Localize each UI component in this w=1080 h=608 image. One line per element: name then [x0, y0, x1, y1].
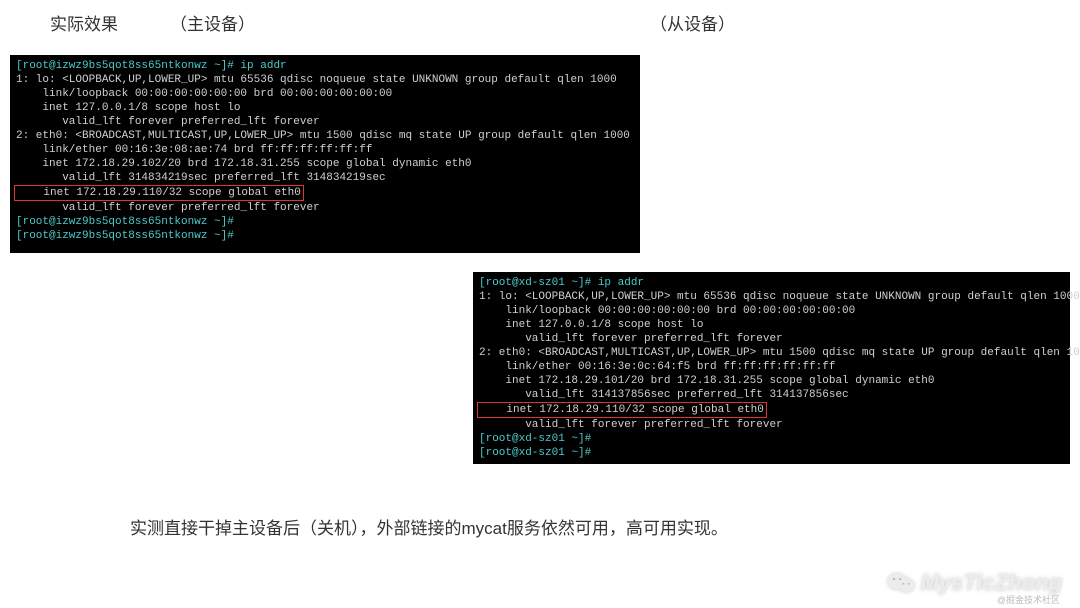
term-line: valid_lft 314834219sec preferred_lft 314…	[16, 172, 386, 184]
term-line: valid_lft forever preferred_lft forever	[479, 419, 783, 431]
term-line: link/loopback 00:00:00:00:00:00 brd 00:0…	[479, 305, 855, 317]
header-labels: 实际效果 （主设备） （从设备）	[0, 0, 1080, 49]
term-line: inet 172.18.29.101/20 brd 172.18.31.255 …	[479, 375, 934, 387]
prompt-line: [root@izwz9bs5qot8ss65ntkonwz ~]# ip add…	[16, 60, 287, 72]
term-line: inet 127.0.0.1/8 scope host lo	[479, 319, 703, 331]
prompt-line: [root@xd-sz01 ~]#	[479, 447, 591, 459]
term-line: valid_lft forever preferred_lft forever	[479, 333, 783, 345]
effect-label: 实际效果	[50, 10, 170, 35]
highlighted-vip-line: inet 172.18.29.110/32 scope global eth0	[477, 402, 767, 418]
term-line: inet 127.0.0.1/8 scope host lo	[16, 102, 240, 114]
highlighted-vip-line: inet 172.18.29.110/32 scope global eth0	[14, 185, 304, 201]
term-line: link/ether 00:16:3e:0c:64:f5 brd ff:ff:f…	[479, 361, 835, 373]
wechat-icon	[887, 571, 915, 595]
prompt-line: [root@xd-sz01 ~]#	[479, 433, 591, 445]
terminal-main-device: [root@izwz9bs5qot8ss65ntkonwz ~]# ip add…	[10, 55, 640, 253]
term-line: valid_lft 314137856sec preferred_lft 314…	[479, 389, 849, 401]
prompt-line: [root@xd-sz01 ~]# ip addr	[479, 277, 644, 289]
main-device-label: （主设备）	[170, 10, 650, 35]
prompt-line: [root@izwz9bs5qot8ss65ntkonwz ~]#	[16, 230, 234, 242]
term-line: link/ether 00:16:3e:08:ae:74 brd ff:ff:f…	[16, 144, 372, 156]
footer-source: @掘金技术社区	[997, 593, 1060, 606]
prompt-line: [root@izwz9bs5qot8ss65ntkonwz ~]#	[16, 216, 234, 228]
terminal-slave-device: [root@xd-sz01 ~]# ip addr 1: lo: <LOOPBA…	[473, 272, 1070, 464]
term-line: 1: lo: <LOOPBACK,UP,LOWER_UP> mtu 65536 …	[16, 74, 617, 86]
term-line: 1: lo: <LOOPBACK,UP,LOWER_UP> mtu 65536 …	[479, 291, 1080, 303]
term-line: valid_lft forever preferred_lft forever	[16, 202, 320, 214]
term-line: 2: eth0: <BROADCAST,MULTICAST,UP,LOWER_U…	[479, 347, 1080, 359]
term-line: 2: eth0: <BROADCAST,MULTICAST,UP,LOWER_U…	[16, 130, 630, 142]
slave-device-label: （从设备）	[650, 10, 735, 35]
term-line: link/loopback 00:00:00:00:00:00 brd 00:0…	[16, 88, 392, 100]
term-line: inet 172.18.29.102/20 brd 172.18.31.255 …	[16, 158, 471, 170]
conclusion-text: 实测直接干掉主设备后（关机），外部链接的mycat服务依然可用，高可用实现。	[130, 514, 728, 539]
term-line: valid_lft forever preferred_lft forever	[16, 116, 320, 128]
